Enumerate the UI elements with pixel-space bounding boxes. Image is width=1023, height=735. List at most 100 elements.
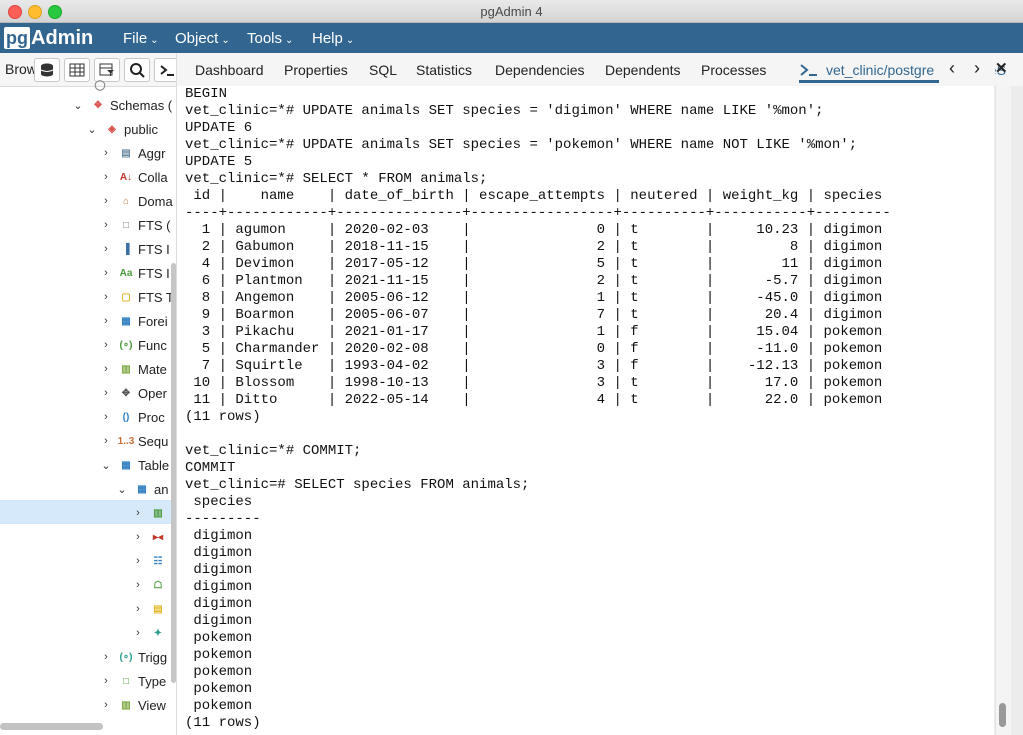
chevron-down-icon[interactable]: ⌄ xyxy=(72,99,84,112)
console-line: 6 | Plantmon | 2021-11-15 | 2 | t | -5.7… xyxy=(185,273,883,289)
tree-item-label: View xyxy=(138,697,166,713)
tab-dependents[interactable]: Dependents xyxy=(605,62,681,78)
tab-scroll-right-icon[interactable]: › xyxy=(974,58,980,79)
tree-item[interactable]: › (∘) Trigg xyxy=(100,646,167,668)
menu-object-label: Object xyxy=(175,30,219,47)
tab-psql-vet-clinic[interactable]: vet_clinic/postgre xyxy=(800,62,934,78)
console-scrollbar-thumb[interactable] xyxy=(999,703,1006,727)
tree-item[interactable]: › ▐ FTS I xyxy=(100,238,170,260)
tab-sql[interactable]: SQL xyxy=(369,62,397,78)
chevron-down-icon[interactable]: ⌄ xyxy=(116,483,128,496)
chevron-right-icon[interactable]: › xyxy=(132,555,144,567)
chevron-right-icon[interactable]: › xyxy=(132,603,144,615)
chevron-right-icon[interactable]: › xyxy=(100,675,112,687)
tree-item[interactable]: ⌄ ▦ an xyxy=(116,478,168,500)
chevron-right-icon[interactable]: › xyxy=(100,267,112,279)
tree-item[interactable]: › ☖ xyxy=(132,574,170,596)
chevron-right-icon[interactable]: › xyxy=(100,147,112,159)
tree-item-label: Trigg xyxy=(138,649,168,665)
tree-item-label: FTS T xyxy=(138,289,174,305)
tree-item[interactable]: › ☷ xyxy=(132,550,170,572)
constraints-icon: ☷ xyxy=(153,555,163,567)
chevron-down-icon[interactable]: ⌄ xyxy=(100,459,112,472)
tree-item[interactable]: › ✦ xyxy=(132,622,170,644)
chevron-right-icon[interactable]: › xyxy=(100,411,112,423)
psql-console[interactable]: BEGIN vet_clinic=*# UPDATE animals SET sp… xyxy=(177,86,994,735)
console-output: BEGIN vet_clinic=*# UPDATE animals SET sp… xyxy=(185,86,891,732)
tree-item[interactable]: › Aa FTS I xyxy=(100,262,170,284)
tab-scroll-left-icon[interactable]: ‹ xyxy=(949,58,955,79)
table-grid-icon xyxy=(69,63,85,77)
tree-item[interactable]: › 1..3 Sequ xyxy=(100,430,168,452)
terminal-icon xyxy=(160,65,174,76)
chevron-right-icon[interactable]: › xyxy=(100,363,112,375)
chevron-right-icon[interactable]: › xyxy=(100,435,112,447)
tree-item[interactable]: › ▤ Aggr xyxy=(100,142,165,164)
chevron-down-icon[interactable]: ⌄ xyxy=(86,123,98,136)
tab-dependencies[interactable]: Dependencies xyxy=(495,62,585,78)
tree-item[interactable]: › □ Type xyxy=(100,670,166,692)
tree-item[interactable]: › ▥ Mate xyxy=(100,358,167,380)
tree-item[interactable]: ⌄ ❖ Schemas ( xyxy=(72,94,172,116)
browser-panel-label[interactable]: Brow xyxy=(5,61,37,77)
tree-item[interactable]: › ▢ FTS T xyxy=(100,286,174,308)
chevron-right-icon[interactable]: › xyxy=(132,531,144,543)
tab-bar: Dashboard Properties SQL Statistics Depe… xyxy=(177,53,1023,87)
menu-file[interactable]: File ⌄ xyxy=(123,30,159,47)
tree-item[interactable]: ⌄ ▦ Table xyxy=(100,454,169,476)
menu-bar: pg Admin File ⌄ Object ⌄ Tools ⌄ Help ⌄ xyxy=(0,23,1023,53)
tab-dashboard[interactable]: Dashboard xyxy=(195,62,264,78)
chevron-right-icon[interactable]: › xyxy=(100,315,112,327)
chevron-right-icon[interactable]: › xyxy=(100,339,112,351)
tab-statistics[interactable]: Statistics xyxy=(416,62,472,78)
console-line: vet_clinic=# SELECT species FROM animals… xyxy=(185,477,530,493)
chevron-right-icon[interactable]: › xyxy=(100,243,112,255)
tree-item[interactable]: › ▦ Forei xyxy=(100,310,167,332)
chevron-right-icon[interactable]: › xyxy=(132,579,144,591)
tree-item[interactable]: › (∘) Func xyxy=(100,334,167,356)
menu-tools[interactable]: Tools ⌄ xyxy=(247,30,293,47)
tree-item[interactable]: › ✥ Oper xyxy=(100,382,167,404)
console-line: UPDATE 6 xyxy=(185,120,253,136)
tree-item[interactable]: › A↓ Colla xyxy=(100,166,167,188)
tree-item-label: Schemas ( xyxy=(110,97,173,113)
chevron-right-icon[interactable]: › xyxy=(100,387,112,399)
tree-item[interactable]: › □ FTS ( xyxy=(100,214,170,236)
console-line: 1 | agumon | 2020-02-03 | 0 | t | 10.23 … xyxy=(185,222,883,238)
console-line: 8 | Angemon | 2005-06-12 | 1 | t | -45.0… xyxy=(185,290,883,306)
console-line: 3 | Pikachu | 2021-01-17 | 1 | f | 15.04… xyxy=(185,324,883,340)
chevron-down-icon: ⌄ xyxy=(221,35,230,46)
close-tab-icon[interactable]: ✕ xyxy=(995,59,1008,77)
console-line: 7 | Squirtle | 1993-04-02 | 3 | f | -12.… xyxy=(185,358,883,374)
tab-processes[interactable]: Processes xyxy=(701,62,766,78)
tab-properties[interactable]: Properties xyxy=(284,62,348,78)
tree-item[interactable]: › ▥ View xyxy=(100,694,166,716)
console-line: species xyxy=(185,494,253,510)
chevron-right-icon[interactable]: › xyxy=(100,699,112,711)
tree-item[interactable]: › ⌂ Doma xyxy=(100,190,173,212)
chevron-right-icon[interactable]: › xyxy=(100,291,112,303)
search-objects-button[interactable] xyxy=(124,58,150,82)
console-line: id | name | date_of_birth | escape_attem… xyxy=(185,188,883,204)
browser-horizontal-scrollbar[interactable] xyxy=(0,723,103,730)
menu-object[interactable]: Object ⌄ xyxy=(175,30,230,47)
tree-item-label: an xyxy=(154,481,169,497)
chevron-right-icon[interactable]: › xyxy=(100,219,112,231)
console-line: pokemon xyxy=(185,664,253,680)
tree-item[interactable]: › ▤ xyxy=(132,598,170,620)
tree-item[interactable]: ⌄ ◈ public xyxy=(86,118,158,140)
chevron-right-icon[interactable]: › xyxy=(132,627,144,639)
tree-item[interactable]: › ▥ xyxy=(132,502,170,524)
tree-item[interactable]: › () Proc xyxy=(100,406,165,428)
chevron-right-icon[interactable]: › xyxy=(100,651,112,663)
browser-vertical-scrollbar[interactable] xyxy=(171,263,176,683)
tree-item[interactable]: › ▸◂ xyxy=(132,526,170,548)
menu-help[interactable]: Help ⌄ xyxy=(312,30,354,47)
window-title-bar: pgAdmin 4 xyxy=(0,0,1023,23)
chevron-right-icon[interactable]: › xyxy=(100,171,112,183)
psql-tool-button[interactable] xyxy=(154,58,176,82)
chevron-right-icon[interactable]: › xyxy=(100,195,112,207)
query-tool-button[interactable] xyxy=(34,58,60,82)
console-scrollbar-track[interactable] xyxy=(995,86,1012,735)
chevron-right-icon[interactable]: › xyxy=(132,507,144,519)
